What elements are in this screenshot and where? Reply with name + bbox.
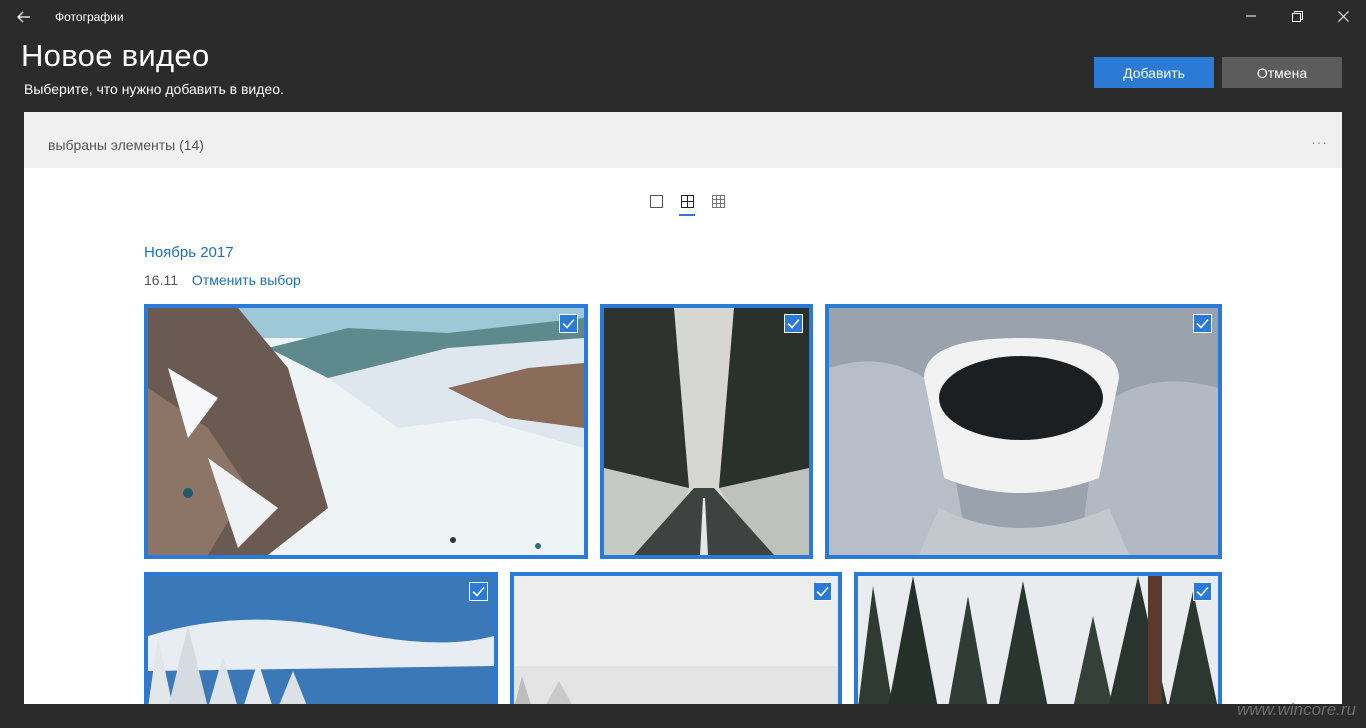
photo-tile[interactable]: [144, 304, 588, 559]
selected-check-icon[interactable]: [1193, 314, 1212, 333]
photo-tile[interactable]: [144, 572, 498, 704]
photo-snowy-pines: [858, 576, 1218, 704]
selection-panel: выбраны элементы (14) ··· Ноябрь 2017 16…: [24, 112, 1342, 704]
photo-snowy-trees-sky: [148, 576, 494, 704]
view-switch: [646, 191, 739, 216]
view-small-grid-button[interactable]: [708, 191, 728, 211]
medium-grid-icon: [680, 194, 694, 208]
close-icon: [1337, 10, 1349, 22]
restore-button[interactable]: [1274, 0, 1320, 32]
add-button[interactable]: Добавить: [1094, 57, 1214, 88]
photo-tile[interactable]: [825, 304, 1222, 559]
photo-coffee-mittens: [829, 308, 1218, 555]
selected-check-icon[interactable]: [469, 582, 488, 601]
small-grid-icon: [711, 194, 725, 208]
photo-forest-road: [604, 308, 809, 555]
photo-tile[interactable]: [510, 572, 842, 704]
selected-check-icon[interactable]: [1193, 582, 1212, 601]
page-title: Новое видео: [21, 38, 210, 73]
view-medium-grid-button[interactable]: [677, 191, 697, 216]
cancel-button[interactable]: Отмена: [1222, 57, 1342, 88]
minimize-icon: [1246, 15, 1256, 17]
photo-foggy-field: [514, 576, 838, 704]
more-options-button[interactable]: ···: [1311, 134, 1328, 150]
restore-icon: [1291, 10, 1303, 22]
selected-count: выбраны элементы (14): [48, 137, 204, 153]
close-button[interactable]: [1320, 0, 1366, 32]
selected-check-icon[interactable]: [784, 314, 803, 333]
selected-check-icon[interactable]: [559, 314, 578, 333]
date-label: 16.11: [144, 272, 178, 288]
watermark: www.wincore.ru: [1236, 700, 1356, 719]
page-subtitle: Выберите, что нужно добавить в видео.: [24, 81, 284, 97]
single-view-icon: [649, 194, 663, 208]
title-bar: Фотографии: [0, 0, 1366, 34]
back-arrow-icon: [17, 11, 30, 23]
view-single-button[interactable]: [646, 191, 666, 211]
panel-header: выбраны элементы (14) ···: [24, 112, 1342, 168]
selected-check-icon[interactable]: [813, 582, 832, 601]
photo-tile[interactable]: [854, 572, 1222, 704]
month-heading[interactable]: Ноябрь 2017: [144, 244, 234, 261]
minimize-button[interactable]: [1228, 0, 1274, 32]
date-row: 16.11 Отменить выбор: [144, 272, 301, 288]
app-title: Фотографии: [55, 10, 124, 24]
deselect-link[interactable]: Отменить выбор: [192, 272, 301, 288]
photo-tile[interactable]: [600, 304, 813, 559]
photo-snowy-mountain: [148, 308, 584, 555]
back-button[interactable]: [10, 4, 38, 30]
